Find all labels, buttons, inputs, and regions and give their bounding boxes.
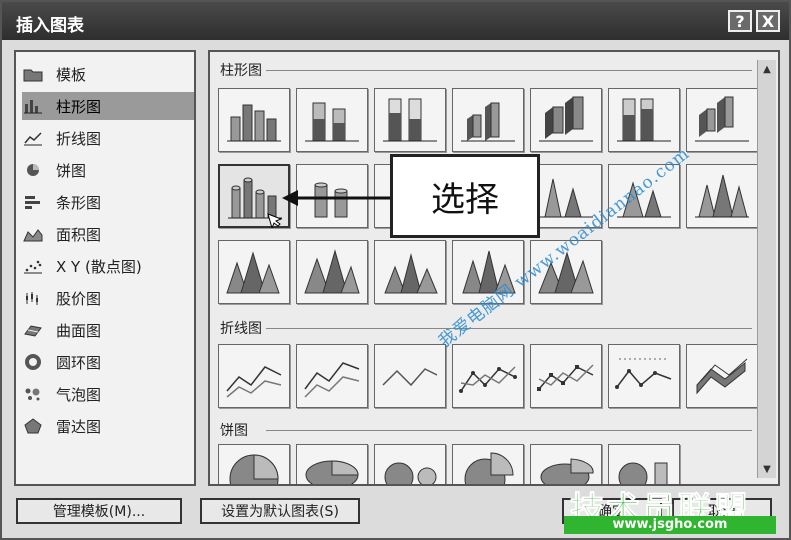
cylinder-chart-thumb-selected[interactable] [218,164,290,228]
pyramid-chart-thumb[interactable] [218,240,290,304]
scroll-up-icon[interactable]: ▲ [760,62,774,76]
category-label: 饼图 [56,161,87,180]
bubble-chart-icon [22,385,44,403]
category-stock[interactable]: 股价图 [22,284,194,312]
folder-icon [22,65,44,83]
watermark-logo-url: www.jsgho.com [564,516,776,534]
surface-chart-icon [22,321,44,339]
pyramid-chart-thumb[interactable] [374,240,446,304]
annotation-callout: 选择 [390,154,540,238]
set-default-chart-button[interactable]: 设置为默认图表(S) [200,498,360,524]
category-label: X Y (散点图) [56,257,142,276]
insert-chart-dialog: 插入图表 ? X 模板 柱形图 折线图 饼图 条形图 面积图 X Y (散点图)… [0,0,791,540]
section-header-column: 柱形图 [220,63,262,79]
line-chart-marker-thumb[interactable] [608,344,680,408]
close-button[interactable]: X [756,10,780,32]
pie-of-pie-thumb[interactable] [374,444,446,484]
3d-line-chart-thumb[interactable] [686,344,758,408]
category-pie[interactable]: 饼图 [22,156,194,184]
pie-chart-thumb[interactable] [218,444,290,484]
category-radar[interactable]: 雷达图 [22,412,194,440]
bar-of-pie-thumb[interactable] [608,444,680,484]
stock-chart-icon [22,289,44,307]
category-label: 柱形图 [56,97,102,116]
category-surface[interactable]: 曲面图 [22,316,194,344]
pyramid-chart-thumb[interactable] [296,240,368,304]
column-chart-thumb[interactable] [218,88,290,152]
radar-chart-icon [22,417,44,435]
chart-gallery: 柱形图 折线图 饼图 ▲ ▼ [208,50,780,486]
category-label: 雷达图 [56,417,102,436]
category-label: 圆环图 [56,353,102,372]
line-chart-marker-thumb[interactable] [530,344,602,408]
section-divider [266,328,752,329]
bar-chart-icon [22,193,44,211]
watermark-logo: 技术员联盟 www.jsgho.com [564,482,776,534]
column-chart-thumb[interactable] [296,88,368,152]
scatter-chart-icon [22,257,44,275]
line-chart-marker-thumb[interactable] [452,344,524,408]
dialog-title: 插入图表 [16,16,84,36]
line-chart-thumb[interactable] [296,344,368,408]
arrow-icon [282,190,390,206]
section-divider [266,70,752,71]
category-label: 折线图 [56,129,102,148]
doughnut-chart-icon [22,353,44,371]
pie-chart-icon [22,161,44,179]
callout-text: 选择 [431,179,499,220]
exploded-pie-thumb[interactable] [530,444,602,484]
column-chart-thumb[interactable] [530,88,602,152]
cone-chart-thumb[interactable] [686,164,758,228]
category-label: 面积图 [56,225,102,244]
scroll-down-icon[interactable]: ▼ [760,462,774,476]
category-label: 曲面图 [56,321,102,340]
column-chart-thumb[interactable] [452,88,524,152]
manage-templates-button[interactable]: 管理模板(M)... [16,498,182,524]
category-label: 模板 [56,65,87,84]
column-chart-thumb[interactable] [686,88,758,152]
exploded-pie-thumb[interactable] [452,444,524,484]
category-column[interactable]: 柱形图 [22,92,194,120]
category-label: 条形图 [56,193,102,212]
category-doughnut[interactable]: 圆环图 [22,348,194,376]
category-label: 股价图 [56,289,102,308]
column-chart-thumb[interactable] [374,88,446,152]
column-chart-thumb[interactable] [608,88,680,152]
section-header-line: 折线图 [220,321,262,337]
line-chart-icon [22,129,44,147]
category-bar[interactable]: 条形图 [22,188,194,216]
line-chart-thumb[interactable] [218,344,290,408]
line-chart-thumb[interactable] [374,344,446,408]
column-chart-icon [22,97,44,115]
gallery-scrollbar[interactable]: ▲ ▼ [757,60,776,478]
category-area[interactable]: 面积图 [22,220,194,248]
category-template[interactable]: 模板 [22,60,194,88]
pie-chart-thumb[interactable] [296,444,368,484]
title-bar: 插入图表 ? X [2,2,789,40]
category-scatter[interactable]: X Y (散点图) [22,252,194,280]
help-button[interactable]: ? [728,10,752,32]
category-line[interactable]: 折线图 [22,124,194,152]
area-chart-icon [22,225,44,243]
category-bubble[interactable]: 气泡图 [22,380,194,408]
chart-category-list: 模板 柱形图 折线图 饼图 条形图 面积图 X Y (散点图) 股价图 曲面图 … [14,50,196,486]
section-divider [266,430,752,431]
category-label: 气泡图 [56,385,102,404]
section-header-pie: 饼图 [220,423,248,439]
